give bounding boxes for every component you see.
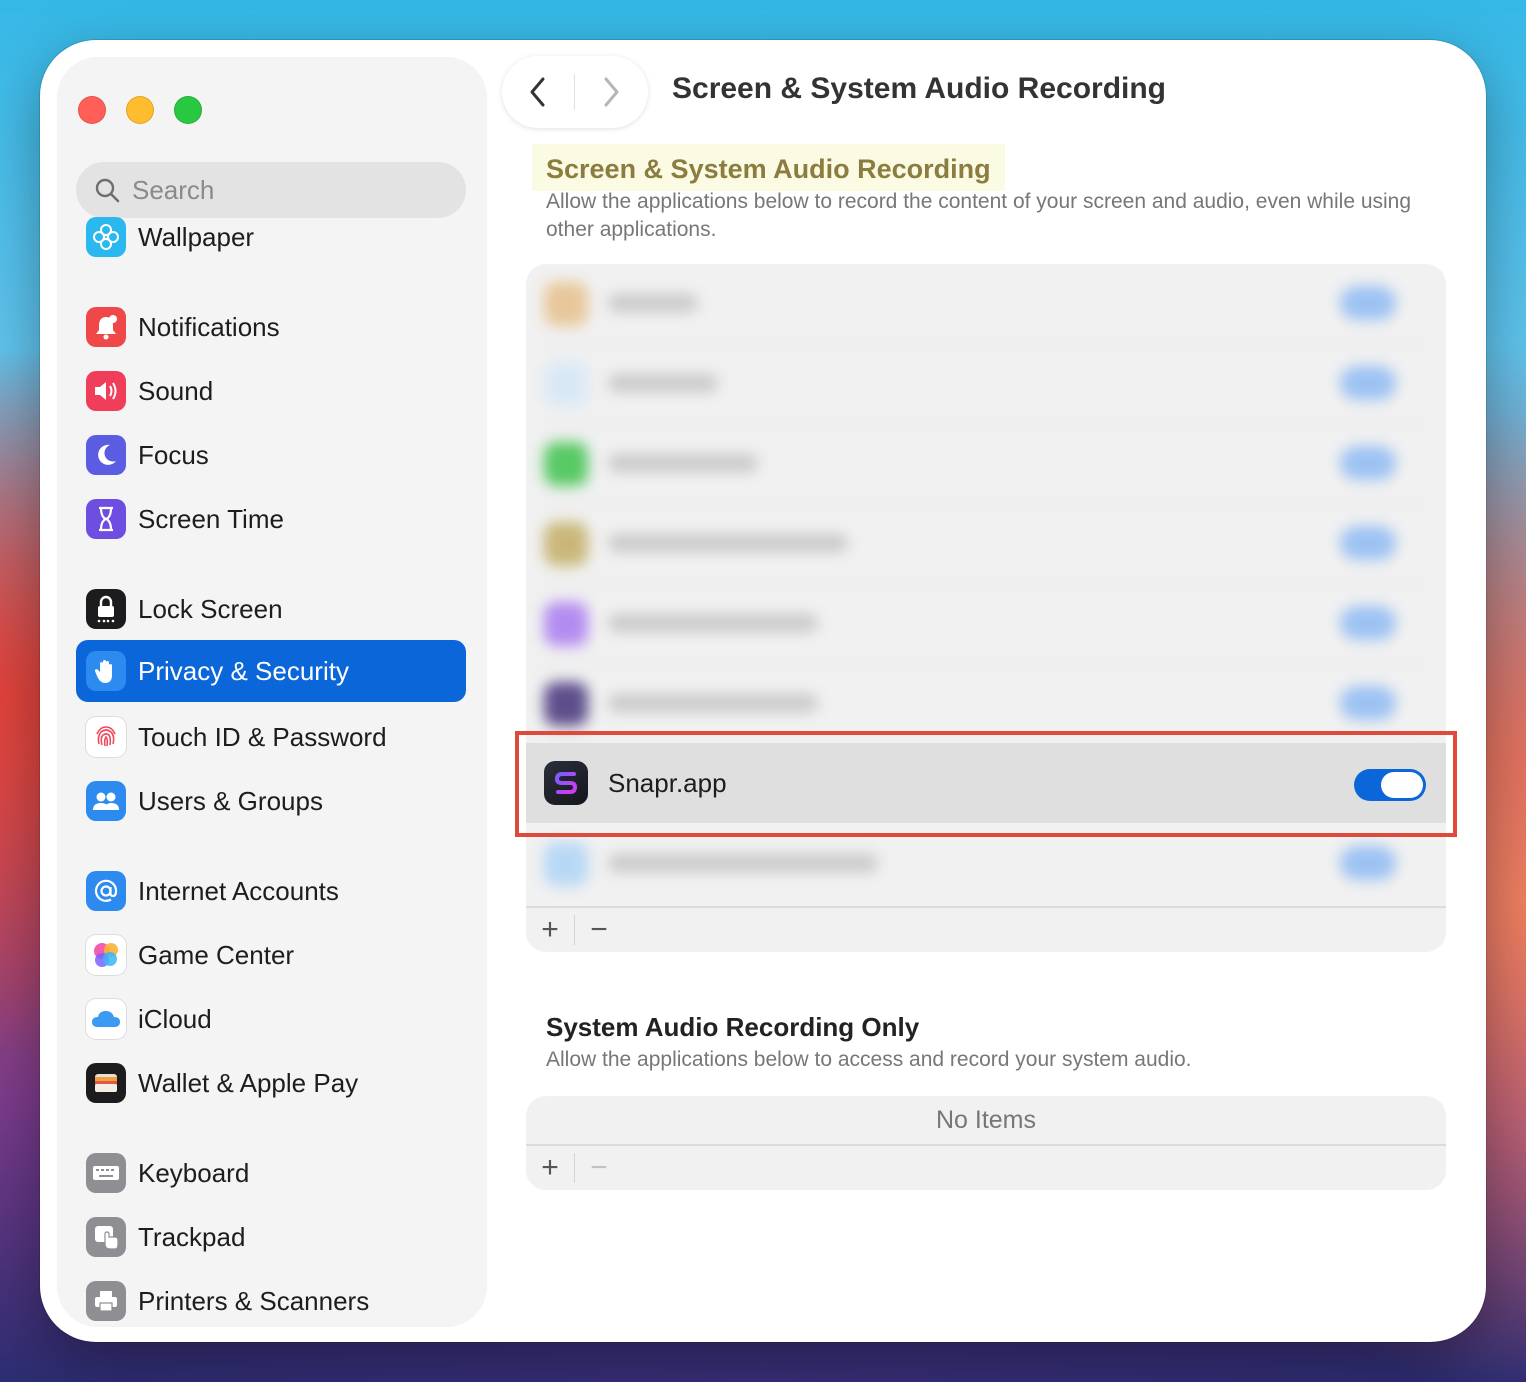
blurred-app-row — [526, 504, 1446, 584]
add-app-button[interactable]: + — [526, 907, 574, 952]
blurred-app-row — [526, 584, 1446, 664]
sidebar-item-label: Wallet & Apple Pay — [138, 1067, 359, 1098]
forward-button[interactable] — [575, 56, 647, 128]
sidebar-item-sound[interactable]: Sound — [76, 360, 466, 422]
blurred-app-row — [526, 344, 1446, 424]
sidebar-item-privacy-security[interactable]: Privacy & Security — [76, 640, 466, 702]
sidebar-item-focus[interactable]: Focus — [76, 424, 466, 486]
blurred-app-row — [526, 264, 1446, 344]
audio-only-app-list: No Items + − — [526, 1096, 1446, 1190]
toggle-knob — [1381, 772, 1423, 798]
blurred-app-row — [526, 824, 1446, 904]
section-description-screen-recording: Allow the applications below to record t… — [546, 190, 1412, 241]
sidebar-item-trackpad[interactable]: Trackpad — [76, 1206, 466, 1268]
sidebar-item-label: Touch ID & Password — [138, 721, 387, 752]
app-name: Snapr.app — [608, 767, 727, 798]
sidebar-item-notifications[interactable]: Notifications — [76, 296, 466, 358]
navigation-buttons — [502, 56, 648, 128]
snapr-app-icon — [544, 761, 588, 805]
sidebar-item-label: Wallpaper — [138, 221, 255, 252]
users-icon — [86, 781, 126, 821]
moon-icon — [86, 435, 126, 475]
chevron-right-icon — [604, 77, 619, 107]
sidebar-item-label: Sound — [138, 375, 214, 406]
sidebar-item-label: Printers & Scanners — [138, 1285, 370, 1316]
sidebar-item-label: iCloud — [138, 1003, 212, 1034]
hourglass-icon — [86, 499, 126, 539]
page-title: Screen & System Audio Recording — [672, 72, 1167, 105]
app-row-snapr[interactable]: Snapr.app — [526, 743, 1446, 823]
sidebar-item-label: Trackpad — [138, 1221, 246, 1252]
sidebar-item-label: Users & Groups — [138, 785, 323, 816]
sidebar-item-lock-screen[interactable]: Lock Screen — [76, 578, 466, 640]
sidebar: Wallpaper Notifications Sound Focus — [58, 58, 486, 1326]
minimize-button[interactable] — [126, 96, 154, 124]
add-app-button[interactable]: + — [526, 1145, 574, 1190]
zoom-button[interactable] — [174, 96, 202, 124]
sidebar-item-printers[interactable]: Printers & Scanners — [76, 1270, 466, 1326]
game-center-icon — [86, 935, 126, 975]
close-button[interactable] — [78, 96, 106, 124]
trackpad-icon — [86, 1217, 126, 1257]
hand-icon — [86, 651, 126, 691]
list-footer: + − — [526, 906, 1446, 952]
sidebar-item-label: Focus — [138, 439, 209, 470]
cloud-icon — [86, 999, 126, 1039]
sidebar-item-label: Keyboard — [138, 1157, 250, 1188]
section-description-audio-only: Allow the applications below to access a… — [546, 1048, 1192, 1071]
sidebar-item-label: Screen Time — [138, 503, 284, 534]
section-title-audio-only: System Audio Recording Only — [546, 1012, 920, 1042]
section-title-screen-recording: Screen & System Audio Recording — [532, 144, 1005, 191]
sidebar-item-wallet[interactable]: Wallet & Apple Pay — [76, 1052, 466, 1114]
sidebar-item-game-center[interactable]: Game Center — [76, 924, 466, 986]
search-input[interactable] — [132, 174, 452, 206]
sidebar-item-label: Privacy & Security — [138, 655, 349, 686]
sidebar-item-users-groups[interactable]: Users & Groups — [76, 770, 466, 832]
traffic-lights — [78, 96, 202, 124]
list-footer: + − — [526, 1144, 1446, 1190]
at-icon — [86, 871, 126, 911]
sidebar-item-wallpaper[interactable]: Wallpaper — [76, 206, 466, 268]
blurred-app-row — [526, 424, 1446, 504]
remove-app-button[interactable]: − — [575, 1145, 623, 1190]
sidebar-item-touch-id[interactable]: Touch ID & Password — [76, 706, 466, 768]
printer-icon — [86, 1281, 126, 1321]
empty-list-label: No Items — [935, 1105, 1037, 1134]
wallpaper-icon — [86, 217, 126, 257]
blurred-app-row — [526, 664, 1446, 744]
lock-icon — [86, 589, 126, 629]
snapr-permission-toggle[interactable] — [1354, 769, 1426, 801]
sidebar-item-label: Lock Screen — [138, 593, 283, 624]
wallet-icon — [86, 1063, 126, 1103]
chevron-left-icon — [530, 77, 545, 107]
sidebar-item-screen-time[interactable]: Screen Time — [76, 488, 466, 550]
sidebar-item-internet-accounts[interactable]: Internet Accounts — [76, 860, 466, 922]
remove-app-button[interactable]: − — [575, 907, 623, 952]
screen-recording-app-list: + − — [526, 264, 1446, 952]
sidebar-item-icloud[interactable]: iCloud — [76, 988, 466, 1050]
bell-icon — [86, 307, 126, 347]
back-button[interactable] — [502, 56, 574, 128]
settings-window: Wallpaper Notifications Sound Focus — [40, 40, 1486, 1342]
sidebar-item-label: Game Center — [138, 939, 295, 970]
search-icon — [95, 178, 120, 203]
keyboard-icon — [86, 1153, 126, 1193]
sidebar-item-label: Notifications — [138, 311, 280, 342]
fingerprint-icon — [86, 717, 126, 757]
sidebar-item-label: Internet Accounts — [138, 875, 339, 906]
speaker-icon — [86, 371, 126, 411]
sidebar-item-keyboard[interactable]: Keyboard — [76, 1142, 466, 1204]
